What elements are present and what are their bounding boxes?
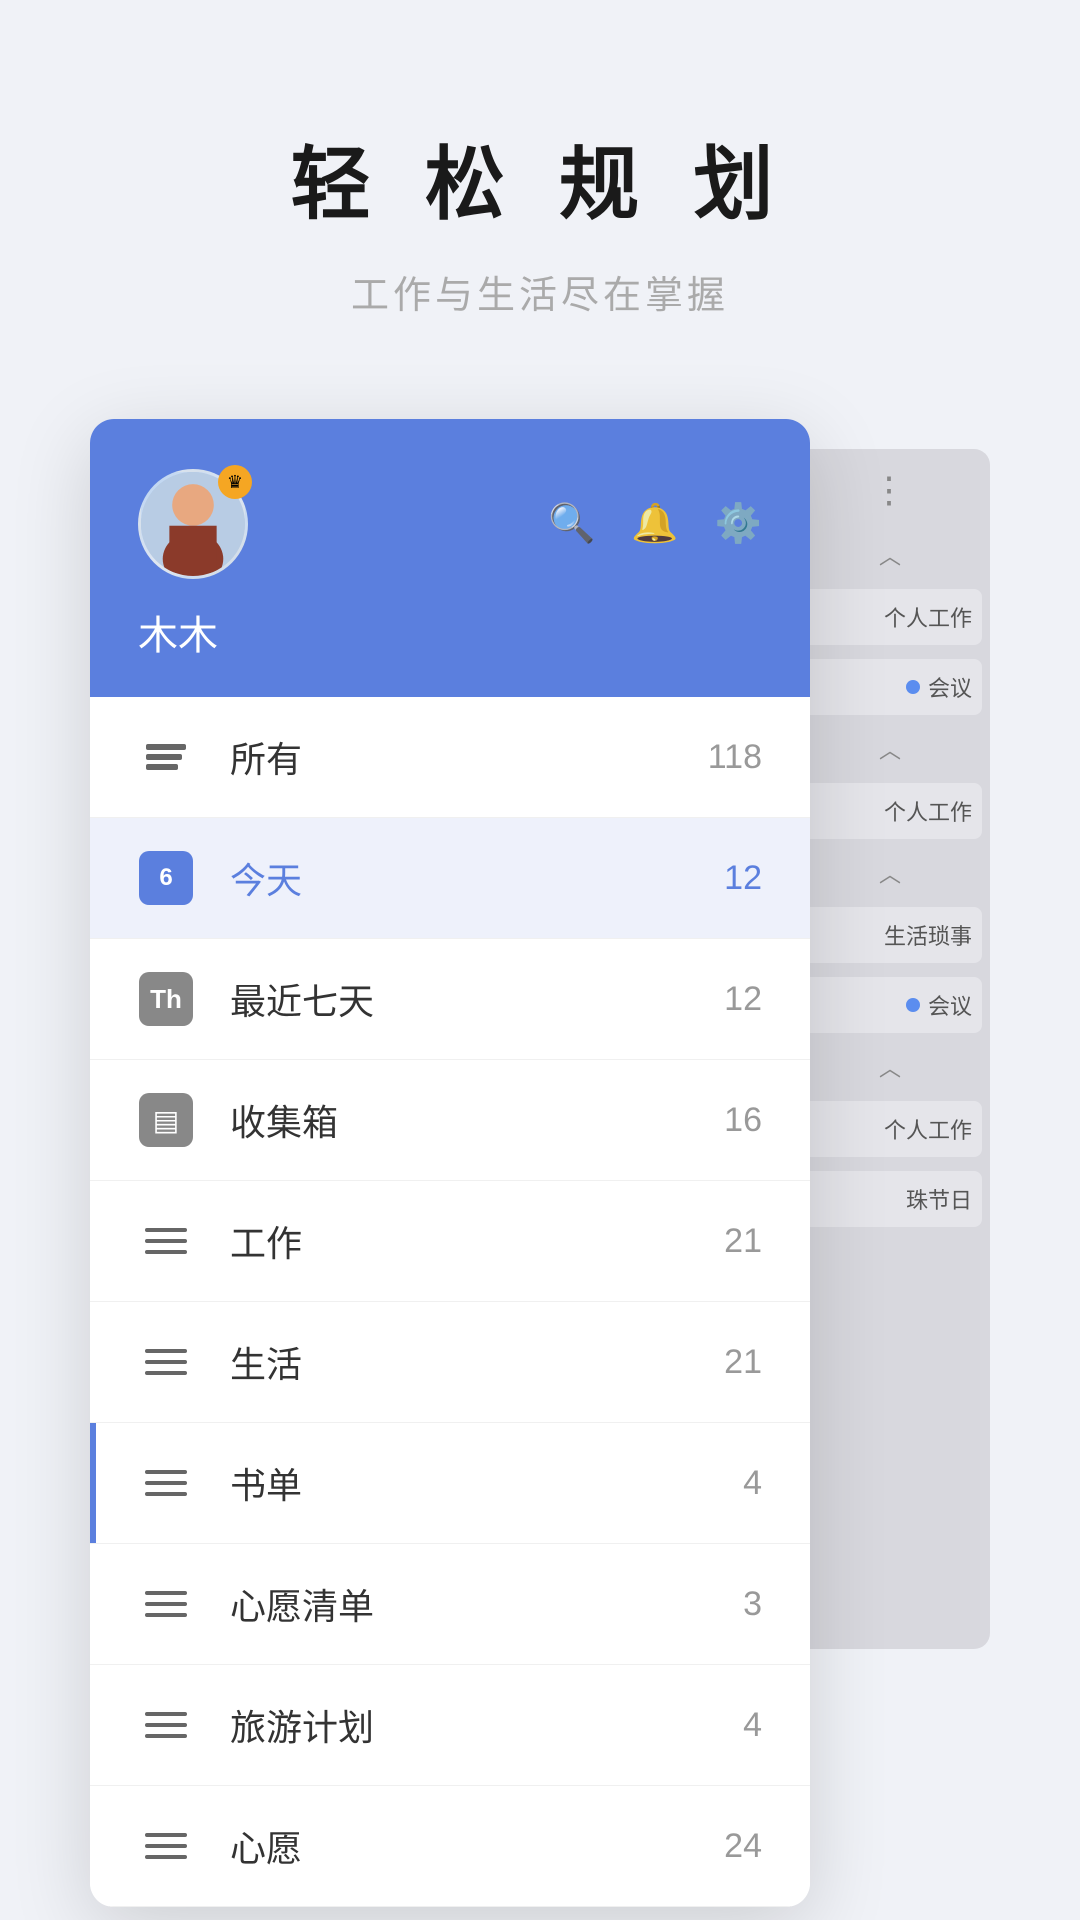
search-icon[interactable]: 🔍 xyxy=(548,502,595,546)
avatar-wrapper[interactable]: ♛ xyxy=(138,469,248,579)
hamburger-icon-5 xyxy=(145,1712,187,1738)
menu-item-today[interactable]: 6 今天 12 xyxy=(90,818,810,939)
menu-count-wishes: 3 xyxy=(743,1585,762,1624)
menu-list: 所有 118 6 今天 12 Th 最近七天 12 xyxy=(90,697,810,1907)
menu-count-work: 21 xyxy=(724,1222,762,1261)
header-icons: 🔍 🔔 ⚙️ xyxy=(548,502,762,546)
inbox-box-icon: ▤ xyxy=(139,1093,193,1147)
app-panel: ♛ 🔍 🔔 ⚙️ 木木 所有 11 xyxy=(90,419,810,1907)
dream-icon xyxy=(138,1818,194,1874)
menu-label-inbox: 收集箱 xyxy=(230,1094,724,1146)
crown-badge: ♛ xyxy=(218,465,252,499)
page-subtitle: 工作与生活尽在掌握 xyxy=(291,264,790,319)
menu-count-inbox: 16 xyxy=(724,1101,762,1140)
bg-item-work3: 个人工作 xyxy=(798,1101,982,1157)
chevron-up-icon-3: ︿ xyxy=(879,857,901,889)
chevron-up-icon: ︿ xyxy=(879,539,901,571)
bg-item-meeting2: 会议 xyxy=(798,977,982,1033)
bg-item-work: 个人工作 xyxy=(798,589,982,645)
app-mockup: ⋮ ︿ 个人工作 会议 ︿ 个人工作 ︿ 生活琐事 会议 ︿ 个人工作 珠节日 xyxy=(90,419,990,1907)
menu-item-work[interactable]: 工作 21 xyxy=(90,1181,810,1302)
bg-item-life: 生活琐事 xyxy=(798,907,982,963)
menu-item-week[interactable]: Th 最近七天 12 xyxy=(90,939,810,1060)
menu-item-all[interactable]: 所有 118 xyxy=(90,697,810,818)
menu-label-travel: 旅游计划 xyxy=(230,1699,743,1751)
inbox-icon: ▤ xyxy=(138,1092,194,1148)
bg-item-meeting1: 会议 xyxy=(798,659,982,715)
menu-item-inbox[interactable]: ▤ 收集箱 16 xyxy=(90,1060,810,1181)
bell-icon[interactable]: 🔔 xyxy=(631,502,678,546)
th-icon: Th xyxy=(139,972,193,1026)
chevron-up-icon-2: ︿ xyxy=(879,733,901,765)
menu-count-life: 21 xyxy=(724,1343,762,1382)
dot-icon-2 xyxy=(906,998,920,1012)
wishes-icon xyxy=(138,1576,194,1632)
books-icon xyxy=(138,1455,194,1511)
travel-icon xyxy=(138,1697,194,1753)
work-icon xyxy=(138,1213,194,1269)
week-icon: Th xyxy=(138,971,194,1027)
menu-label-all: 所有 xyxy=(230,731,708,783)
bg-item-holiday: 珠节日 xyxy=(798,1171,982,1227)
today-icon: 6 xyxy=(138,850,194,906)
menu-count-books: 4 xyxy=(743,1464,762,1503)
page-header: 轻 松 规 划 工作与生活尽在掌握 xyxy=(291,0,790,379)
header-top: ♛ 🔍 🔔 ⚙️ xyxy=(138,469,762,579)
menu-item-dream[interactable]: 心愿 24 xyxy=(90,1786,810,1907)
stack-icon xyxy=(146,744,186,770)
hamburger-icon-4 xyxy=(145,1591,187,1617)
menu-count-dream: 24 xyxy=(724,1827,762,1866)
menu-label-week: 最近七天 xyxy=(230,973,724,1025)
blue-bar xyxy=(90,1423,96,1543)
menu-label-today: 今天 xyxy=(230,852,724,904)
menu-label-work: 工作 xyxy=(230,1215,724,1267)
chevron-up-icon-4: ︿ xyxy=(879,1051,901,1083)
hamburger-icon-6 xyxy=(145,1833,187,1859)
menu-item-travel[interactable]: 旅游计划 4 xyxy=(90,1665,810,1786)
menu-count-travel: 4 xyxy=(743,1706,762,1745)
menu-count-today: 12 xyxy=(724,859,762,898)
hamburger-icon xyxy=(145,1228,187,1254)
menu-item-wishes[interactable]: 心愿清单 3 xyxy=(90,1544,810,1665)
dot-icon xyxy=(906,680,920,694)
menu-label-life: 生活 xyxy=(230,1336,724,1388)
settings-icon[interactable]: ⚙️ xyxy=(715,502,762,546)
app-header: ♛ 🔍 🔔 ⚙️ 木木 xyxy=(90,419,810,697)
menu-label-dream: 心愿 xyxy=(230,1820,724,1872)
hamburger-icon-2 xyxy=(145,1349,187,1375)
menu-label-books: 书单 xyxy=(230,1457,743,1509)
all-icon xyxy=(138,729,194,785)
calendar-number: 6 xyxy=(159,866,172,890)
hamburger-icon-3 xyxy=(145,1470,187,1496)
menu-label-wishes: 心愿清单 xyxy=(230,1578,743,1630)
menu-count-week: 12 xyxy=(724,980,762,1019)
more-dots-icon[interactable]: ⋮ xyxy=(871,469,909,511)
calendar-icon: 6 xyxy=(139,851,193,905)
page-title: 轻 松 规 划 xyxy=(291,120,790,236)
bg-panel: ⋮ ︿ 个人工作 会议 ︿ 个人工作 ︿ 生活琐事 会议 ︿ 个人工作 珠节日 xyxy=(790,449,990,1649)
life-icon xyxy=(138,1334,194,1390)
menu-count-all: 118 xyxy=(708,738,762,777)
menu-item-books[interactable]: 书单 4 xyxy=(90,1423,810,1544)
username: 木木 xyxy=(138,603,762,661)
menu-item-life[interactable]: 生活 21 xyxy=(90,1302,810,1423)
bg-item-work2: 个人工作 xyxy=(798,783,982,839)
crown-icon: ♛ xyxy=(227,472,243,493)
